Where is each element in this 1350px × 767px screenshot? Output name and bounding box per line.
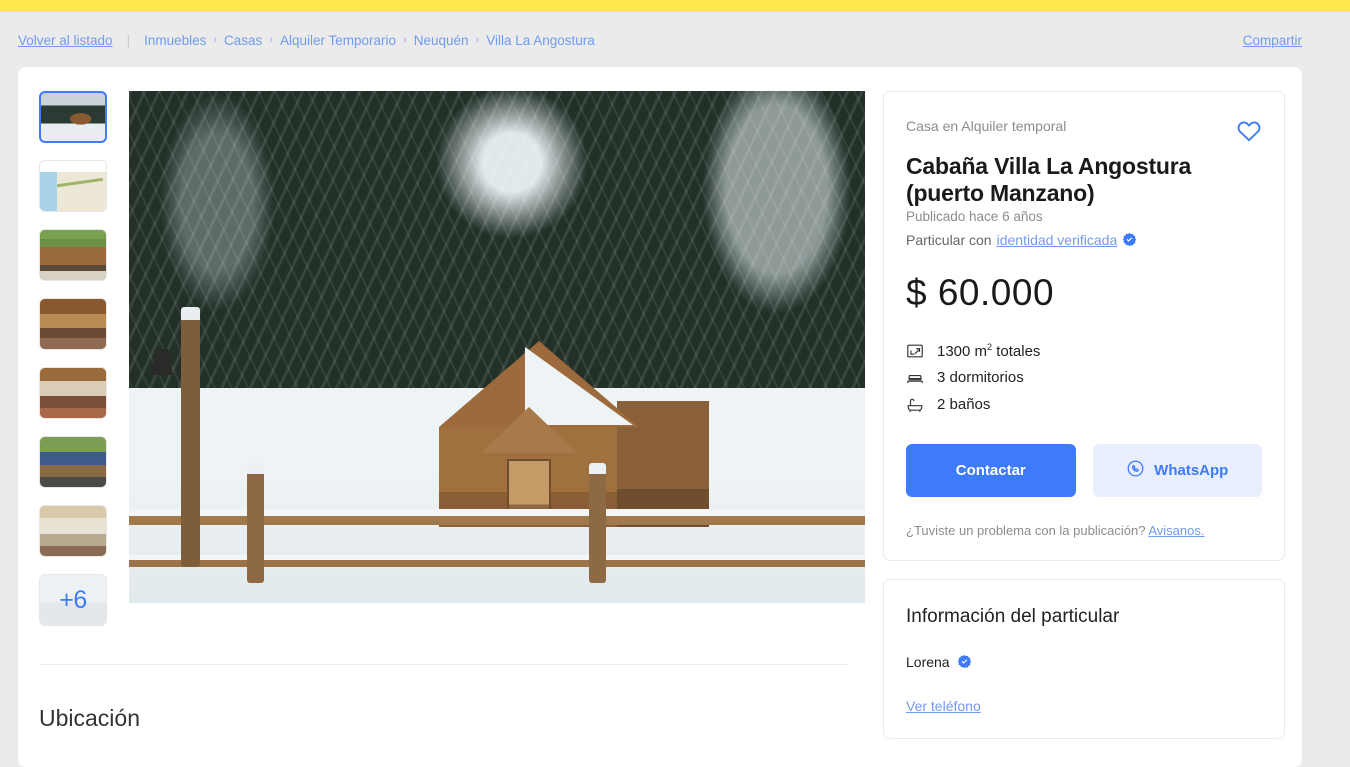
listing-condition-label: Casa en Alquiler temporal: [906, 118, 1067, 134]
whatsapp-label: WhatsApp: [1154, 461, 1229, 479]
feature-label: 2 baños: [937, 396, 991, 414]
action-buttons-row: Contactar WhatsApp: [906, 443, 1262, 497]
contact-button[interactable]: Contactar: [906, 443, 1076, 497]
seller-verification-line: Particular con identidad verificada: [906, 232, 1262, 248]
lamp-post: [181, 307, 200, 567]
fence-rail-lower: [129, 555, 865, 567]
seller-prefix-label: Particular con: [906, 231, 992, 248]
thumbnail-more-photos[interactable]: +6: [39, 574, 107, 626]
chevron-right-icon: ›: [403, 34, 407, 46]
published-date: Publicado hace 6 años: [906, 208, 1043, 224]
bed-icon: [906, 369, 924, 387]
feature-total-area: 1300 m2 totales: [906, 342, 1262, 360]
verified-badge-icon: [957, 654, 972, 669]
report-problem-link[interactable]: Avisanos.: [1148, 523, 1204, 538]
feature-label: 1300 m2 totales: [937, 341, 1041, 360]
whatsapp-icon: [1126, 459, 1145, 482]
chevron-right-icon: ›: [475, 34, 480, 46]
thumbnail-cabin-daytime-exterior[interactable]: [39, 229, 107, 281]
cabin-illustration: [429, 341, 719, 531]
breadcrumb-item-casas[interactable]: Casas: [224, 33, 262, 48]
listing-summary-card: Casa en Alquiler temporal Cabaña Villa L…: [883, 91, 1285, 561]
location-section-title: Ubicación: [39, 705, 140, 731]
brand-top-bar: [0, 0, 1350, 12]
seller-name: Lorena: [906, 653, 950, 670]
seller-name-row: Lorena: [906, 654, 1262, 670]
verified-badge-icon: [1122, 232, 1137, 247]
thumbnail-bedroom[interactable]: [39, 505, 107, 557]
area-icon: [906, 342, 924, 360]
chevron-right-icon: ›: [269, 34, 273, 46]
price-value: $ 60.000: [906, 271, 1055, 313]
breadcrumb-item-inmuebles[interactable]: Inmuebles: [144, 33, 206, 48]
thumbnail-image: [41, 93, 105, 141]
fence-post: [589, 463, 606, 583]
thumbnail-location-map[interactable]: [39, 160, 107, 212]
thumbnail-image: [40, 230, 106, 280]
breadcrumb-item-neuquen[interactable]: Neuquén: [414, 33, 469, 48]
breadcrumb-pipe: |: [126, 32, 131, 48]
thumbnail-interior-dining-room[interactable]: [39, 367, 107, 419]
bath-icon: [906, 396, 924, 414]
feature-label: 3 dormitorios: [937, 369, 1024, 387]
thumbnail-image: [40, 368, 106, 418]
fence-post: [247, 463, 264, 583]
thumbnail-image: [40, 437, 106, 487]
cabin-porch-gable: [481, 407, 577, 453]
feature-list: 1300 m2 totales 3 dormitorios 2 baños: [906, 342, 1262, 414]
fence-rail-upper: [129, 509, 865, 525]
gallery-column: +6 Ubicación: [18, 91, 865, 767]
sidebar-column: Casa en Alquiler temporal Cabaña Villa L…: [883, 91, 1285, 767]
report-problem-text: ¿Tuviste un problema con la publicación?: [906, 522, 1146, 538]
image-gallery: +6: [18, 91, 865, 626]
more-photos-count: +6: [59, 585, 87, 614]
seller-info-title: Información del particular: [906, 605, 1120, 627]
thumbnail-image: [40, 161, 106, 211]
breadcrumb: Volver al listado | Inmuebles › Casas › …: [0, 12, 1350, 68]
thumbnail-rail[interactable]: +6: [39, 91, 107, 626]
thumbnail-cabin-snow-exterior[interactable]: [39, 91, 107, 143]
thumbnail-interior-living-room[interactable]: [39, 298, 107, 350]
feature-bathrooms: 2 baños: [906, 396, 1262, 414]
breadcrumb-item-villa-la-angostura[interactable]: Villa La Angostura: [486, 33, 595, 48]
back-to-listing-link[interactable]: Volver al listado: [18, 33, 113, 48]
hero-image-wrap[interactable]: [129, 91, 865, 626]
listing-detail-container: +6 Ubicación Casa en Alquiler temporal C…: [18, 67, 1302, 767]
whatsapp-button[interactable]: WhatsApp: [1092, 443, 1262, 497]
page-title: Cabaña Villa La Angostura (puerto Manzan…: [906, 153, 1192, 206]
card-header-row: Casa en Alquiler temporal: [906, 118, 1262, 144]
report-problem-row: ¿Tuviste un problema con la publicación?…: [906, 523, 1262, 538]
breadcrumb-item-alquiler-temporario[interactable]: Alquiler Temporario: [280, 33, 396, 48]
verified-identity-link[interactable]: identidad verificada: [997, 232, 1118, 248]
feature-bedrooms: 3 dormitorios: [906, 369, 1262, 387]
lamp-head-icon: [151, 349, 173, 375]
seller-info-card: Información del particular Lorena Ver te…: [883, 578, 1285, 739]
section-divider: [39, 664, 849, 665]
chevron-right-icon: ›: [213, 34, 218, 46]
show-phone-link[interactable]: Ver teléfono: [906, 698, 981, 714]
hero-image-cabin-snow[interactable]: [129, 91, 865, 603]
thumbnail-image: [40, 506, 106, 556]
share-link[interactable]: Compartir: [1243, 33, 1302, 48]
thumbnail-cabin-blue-roof[interactable]: [39, 436, 107, 488]
thumbnail-image: [40, 299, 106, 349]
favorite-heart-icon[interactable]: [1236, 118, 1262, 144]
